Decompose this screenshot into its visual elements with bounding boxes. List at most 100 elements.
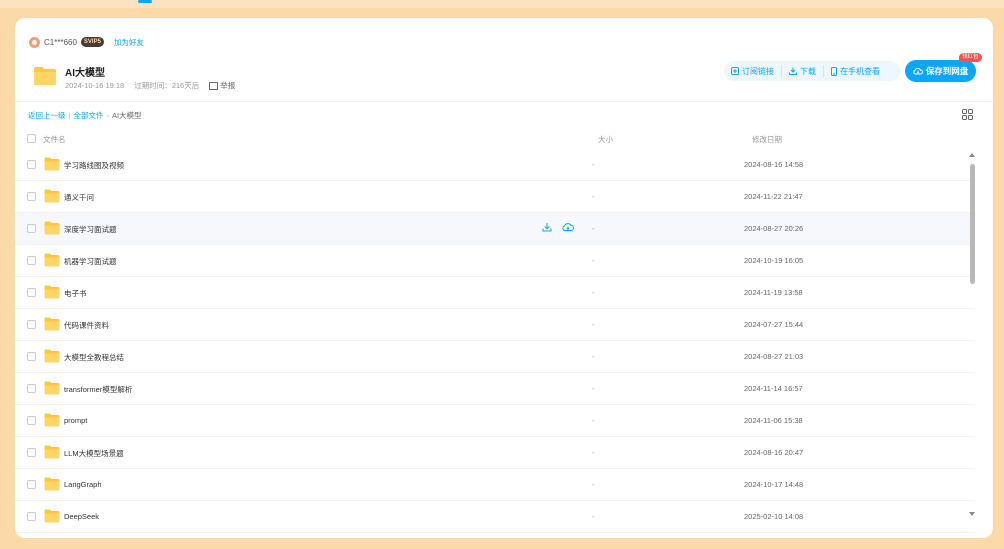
file-size: - bbox=[592, 320, 595, 329]
table-row[interactable]: transformer模型解析 - 2024-11-14 16:57 bbox=[15, 373, 975, 405]
row-checkbox[interactable] bbox=[27, 160, 36, 169]
table-row[interactable]: 电子书 - 2024-11-19 13:58 bbox=[15, 277, 975, 309]
row-checkbox[interactable] bbox=[27, 352, 36, 361]
row-checkbox[interactable] bbox=[27, 192, 36, 201]
share-card: C1***660 SVIP5 加为好友 AI大模型 2024-10-16 19:… bbox=[15, 18, 993, 538]
report-link[interactable]: 举报 bbox=[209, 80, 245, 91]
table-row[interactable]: LLM大模型场景题 - 2024-08-16 20:47 bbox=[15, 437, 975, 469]
select-all-checkbox[interactable] bbox=[27, 134, 36, 143]
table-row[interactable]: 大模型全教程总结 - 2024-08-27 21:03 bbox=[15, 341, 975, 373]
folder-icon bbox=[34, 67, 56, 85]
row-checkbox[interactable] bbox=[27, 448, 36, 457]
avatar[interactable] bbox=[29, 36, 40, 48]
column-name-header[interactable]: 文件名 bbox=[43, 134, 66, 145]
action-group: 订阅链接 下载 在手机查看 bbox=[724, 61, 900, 81]
breadcrumb: 返回上一级 | 全部文件 › AI大模型 bbox=[28, 110, 142, 121]
file-date: 2024-11-19 13:58 bbox=[744, 288, 803, 297]
file-size: - bbox=[592, 416, 595, 425]
download-button[interactable]: 下载 bbox=[781, 65, 823, 77]
sharer-info: C1***660 SVIP5 加为好友 bbox=[29, 35, 144, 49]
row-checkbox[interactable] bbox=[27, 384, 36, 393]
table-row[interactable]: 通义千问 - 2024-11-22 21:47 bbox=[15, 181, 975, 213]
table-row[interactable]: DeepSeek - 2025-02-10 14:08 bbox=[15, 501, 975, 533]
file-date: 2024-08-16 14:58 bbox=[744, 160, 804, 169]
add-friend-link[interactable]: 加为好友 bbox=[114, 37, 144, 48]
file-name[interactable]: 大模型全教程总结 bbox=[64, 352, 124, 363]
save-to-netdisk-button[interactable]: 保存到网盘 bbox=[905, 60, 976, 82]
active-tab-indicator bbox=[138, 0, 152, 3]
table-row[interactable]: prompt - 2024-11-06 15:38 bbox=[15, 405, 975, 437]
table-row[interactable]: LangGraph - 2024-10-17 14:48 bbox=[15, 469, 975, 501]
folder-icon bbox=[44, 381, 60, 395]
download-icon[interactable] bbox=[542, 222, 552, 232]
file-date: 2024-08-27 21:03 bbox=[744, 352, 804, 361]
scroll-up-arrow[interactable] bbox=[969, 153, 975, 157]
subscribe-label: 订阅链接 bbox=[742, 66, 774, 76]
row-checkbox[interactable] bbox=[27, 480, 36, 489]
folder-icon bbox=[44, 509, 60, 523]
file-name[interactable]: LangGraph bbox=[64, 480, 102, 489]
sharer-name: C1***660 bbox=[44, 37, 77, 47]
file-list: 学习路线图及视频 - 2024-08-16 14:58 通义千问 - 2024-… bbox=[15, 149, 975, 533]
file-date: 2024-11-06 15:38 bbox=[744, 416, 803, 425]
row-checkbox[interactable] bbox=[27, 512, 36, 521]
table-row[interactable]: 学习路线图及视频 - 2024-08-16 14:58 bbox=[15, 149, 975, 181]
file-name[interactable]: 学习路线图及视频 bbox=[64, 160, 124, 171]
file-size: - bbox=[592, 256, 595, 265]
file-size: - bbox=[592, 352, 595, 361]
file-date: 2024-08-27 20:26 bbox=[744, 224, 804, 233]
row-checkbox[interactable] bbox=[27, 288, 36, 297]
share-meta: 2024-10-16 19:18 过期时间：216天后 举报 bbox=[65, 80, 255, 91]
breadcrumb-back[interactable]: 返回上一级 bbox=[28, 110, 66, 121]
file-name[interactable]: 深度学习面试题 bbox=[64, 224, 117, 235]
folder-icon bbox=[44, 157, 60, 171]
scrollbar-thumb[interactable] bbox=[970, 164, 975, 284]
file-name[interactable]: transformer模型解析 bbox=[64, 384, 132, 395]
file-date: 2024-10-19 16:05 bbox=[744, 256, 804, 265]
file-date: 2024-11-22 21:47 bbox=[744, 192, 803, 201]
file-date: 2024-07-27 15:44 bbox=[744, 320, 804, 329]
file-name[interactable]: 机器学习面试题 bbox=[64, 256, 117, 267]
cloud-save-icon[interactable] bbox=[562, 222, 574, 232]
file-size: - bbox=[592, 192, 595, 201]
file-name[interactable]: LLM大模型场景题 bbox=[64, 448, 124, 459]
table-row[interactable]: 机器学习面试题 - 2024-10-19 16:05 bbox=[15, 245, 975, 277]
file-size: - bbox=[592, 288, 595, 297]
file-name[interactable]: 代码课件资料 bbox=[64, 320, 109, 331]
row-checkbox[interactable] bbox=[27, 320, 36, 329]
row-checkbox[interactable] bbox=[27, 256, 36, 265]
folder-icon bbox=[44, 253, 60, 267]
divider bbox=[15, 101, 993, 102]
cloud-save-icon bbox=[913, 67, 923, 75]
file-date: 2024-11-14 16:57 bbox=[744, 384, 803, 393]
file-name[interactable]: 通义千问 bbox=[64, 192, 94, 203]
scroll-down-arrow[interactable] bbox=[969, 512, 975, 516]
row-checkbox[interactable] bbox=[27, 416, 36, 425]
file-size: - bbox=[592, 224, 595, 233]
breadcrumb-current: AI大模型 bbox=[111, 111, 142, 120]
column-date-header[interactable]: 修改日期 bbox=[752, 134, 782, 145]
report-label: 举报 bbox=[220, 81, 236, 90]
share-expire: 过期时间：216天后 bbox=[134, 81, 200, 90]
column-size-header[interactable]: 大小 bbox=[598, 134, 613, 145]
view-on-phone-button[interactable]: 在手机查看 bbox=[823, 65, 887, 77]
share-date: 2024-10-16 19:18 bbox=[65, 81, 125, 90]
folder-icon bbox=[44, 317, 60, 331]
folder-icon bbox=[44, 445, 60, 459]
file-size: - bbox=[592, 448, 595, 457]
file-name[interactable]: 电子书 bbox=[64, 288, 87, 299]
red-packet-badge: 领红包 bbox=[959, 53, 982, 62]
subscribe-link-button[interactable]: 订阅链接 bbox=[724, 65, 781, 77]
grid-view-icon[interactable] bbox=[962, 109, 973, 120]
report-icon bbox=[209, 81, 219, 90]
save-label: 保存到网盘 bbox=[925, 66, 969, 76]
row-checkbox[interactable] bbox=[27, 224, 36, 233]
table-row[interactable]: 代码课件资料 - 2024-07-27 15:44 bbox=[15, 309, 975, 341]
file-size: - bbox=[592, 160, 595, 169]
breadcrumb-all-files[interactable]: 全部文件 bbox=[73, 110, 103, 121]
subscribe-icon bbox=[731, 67, 739, 75]
file-name[interactable]: prompt bbox=[64, 416, 87, 425]
file-name[interactable]: DeepSeek bbox=[64, 512, 99, 521]
folder-icon bbox=[44, 285, 60, 299]
table-row[interactable]: 深度学习面试题 - 2024-08-27 20:26 bbox=[15, 213, 975, 245]
